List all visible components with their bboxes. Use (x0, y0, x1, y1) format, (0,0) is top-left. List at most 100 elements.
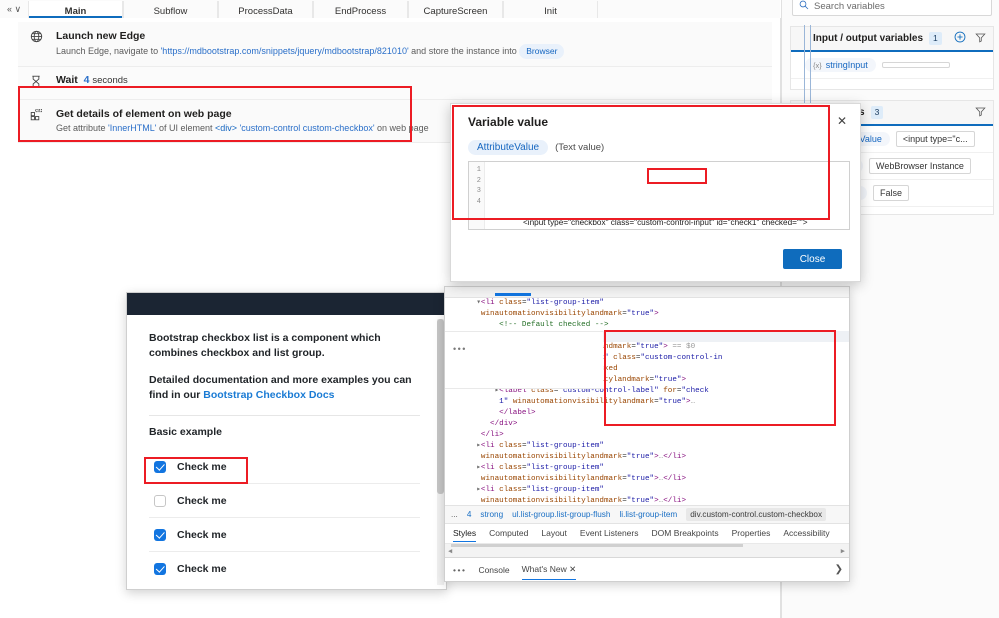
page-scrollbar[interactable] (437, 319, 444, 585)
tab-subflow[interactable]: Subflow (123, 1, 218, 18)
chevron-right-icon[interactable]: ❯ (835, 564, 849, 575)
dom-line[interactable]: ▸<li class="list-group-item" (445, 485, 849, 496)
screenshot-root: « ∨ Main Subflow ProcessData EndProcess … (0, 0, 999, 618)
variable-type-label: (Text value) (555, 142, 605, 153)
search-variables-input[interactable]: Search variables (792, 0, 992, 16)
tab-processdata[interactable]: ProcessData (218, 1, 313, 18)
tab-overflow-control[interactable]: « ∨ (0, 4, 28, 18)
tab-event-listeners[interactable]: Event Listeners (580, 528, 639, 538)
dom-line[interactable]: winautomationvisibilitylandmark="true">…… (445, 452, 849, 463)
line-number: 4 (476, 197, 481, 206)
dom-line[interactable]: winautomationvisibilitylandmark="true"> (445, 309, 849, 320)
webpage-content: Bootstrap checkbox list is a component w… (127, 315, 446, 589)
dom-line[interactable]: ▾<li class="list-group-item" (445, 298, 849, 309)
dom-line[interactable]: ▸<li class="list-group-item" (445, 463, 849, 474)
filter-icon[interactable] (975, 106, 986, 120)
search-icon (799, 0, 809, 15)
list-item[interactable]: Check me (149, 450, 420, 484)
breadcrumb-item-strong[interactable]: strong (480, 510, 503, 519)
line-number-gutter: 1 2 3 4 (469, 162, 485, 229)
horizontal-scrollbar[interactable]: ◀ ▶ (445, 543, 849, 557)
list-item[interactable]: Check me (149, 518, 420, 552)
dom-line[interactable]: winautomationvisibilitylandmark="true">…… (445, 474, 849, 485)
tab-layout[interactable]: Layout (541, 528, 567, 538)
flow-action-launch-edge[interactable]: Launch new Edge Launch Edge, navigate to… (18, 22, 772, 67)
checkbox-checked-icon[interactable] (154, 562, 166, 575)
action-title-row: Wait 4 seconds (56, 74, 762, 86)
tab-styles[interactable]: Styles (453, 528, 477, 542)
checkbox-unchecked-icon[interactable] (154, 494, 166, 507)
intro-paragraph: Bootstrap checkbox list is a component w… (149, 332, 381, 359)
dom-line[interactable]: winautomationvisibilitylandmark="true">…… (445, 496, 849, 505)
flow-tab-bar: « ∨ Main Subflow ProcessData EndProcess … (0, 0, 780, 19)
tab-properties[interactable]: Properties (732, 528, 771, 538)
bootstrap-checkbox-docs-link[interactable]: Bootstrap Checkbox Docs (203, 389, 334, 401)
dom-line[interactable]: ▸<li class="list-group-item" (445, 441, 849, 452)
tab-endprocess[interactable]: EndProcess (313, 1, 408, 18)
browser-header-bar (127, 293, 446, 315)
plus-circle-icon[interactable] (954, 31, 966, 46)
desc-pre: Launch Edge, navigate to (56, 45, 161, 56)
section-title: Input / output variables (813, 33, 924, 44)
flow-action-text: Wait 4 seconds (56, 74, 762, 86)
devtools-drawer: ••• Console What's New ✕ ❯ (445, 557, 849, 581)
variable-value-dialog: Variable value ✕ AttributeValue (Text va… (450, 103, 861, 282)
more-dots-icon[interactable]: ••• (453, 565, 466, 575)
variable-value-textarea[interactable]: 1 2 3 4 <input type="checkbox" class="custo… (468, 161, 850, 230)
line-number: 2 (476, 176, 481, 185)
elements-tab-indicator (495, 293, 531, 296)
tab-main[interactable]: Main (28, 1, 123, 18)
action-title: Wait (56, 74, 78, 86)
dom-line[interactable]: </label> (445, 408, 849, 419)
tab-dom-breakpoints[interactable]: DOM Breakpoints (652, 528, 719, 538)
tab-init[interactable]: Init (503, 1, 598, 18)
checkbox-checked-icon[interactable] (154, 460, 166, 473)
flow-action-wait[interactable]: Wait 4 seconds (18, 67, 772, 100)
desc-post: on web page (374, 123, 429, 133)
dom-line[interactable]: </div> (445, 419, 849, 430)
variable-name: stringInput (825, 60, 868, 70)
list-item[interactable]: Check me (149, 552, 420, 585)
list-item[interactable]: Check me (149, 484, 420, 518)
drawer-tab-whats-new[interactable]: What's New ✕ (521, 564, 576, 580)
search-placeholder: Search variables (814, 0, 885, 12)
breadcrumb-item-li[interactable]: li.list-group-item (619, 510, 677, 519)
close-icon[interactable]: ✕ (569, 564, 576, 574)
chevron-right-icon[interactable]: ▶ (841, 547, 845, 556)
variable-chip[interactable]: {x} stringInput (805, 58, 876, 72)
element-grid-icon (30, 107, 56, 125)
breadcrumb-item-ellipsis[interactable]: ... (451, 510, 458, 519)
more-dots-icon[interactable]: ••• (453, 344, 467, 354)
tab-computed[interactable]: Computed (489, 528, 528, 538)
wait-seconds-unit: seconds (92, 75, 128, 86)
browser-window: Bootstrap checkbox list is a component w… (126, 292, 447, 590)
action-description: Launch Edge, navigate to 'https://mdboot… (56, 44, 762, 59)
checkbox-label: Check me (177, 562, 227, 575)
checkbox-checked-icon[interactable] (154, 528, 166, 541)
close-button[interactable]: Close (783, 249, 842, 269)
breadcrumb-item-div-custom-control[interactable]: div.custom-control.custom-checkbox (686, 508, 827, 521)
variable-pill-browser[interactable]: Browser (519, 44, 565, 59)
variable-chip-attributevalue[interactable]: AttributeValue (468, 140, 549, 155)
dom-line[interactable]: 1" winautomationvisibilitylandmark="true… (445, 397, 849, 408)
dom-line[interactable]: </li> (445, 430, 849, 441)
tab-accessibility[interactable]: Accessibility (783, 528, 829, 538)
chevron-left-icon[interactable]: ◀ (448, 547, 452, 556)
variable-value: <input type="c... (895, 131, 975, 147)
dom-tree-panel[interactable]: ▾<li class="list-group-item" winautomati… (445, 298, 849, 505)
desc-selector: 'custom-control custom-checkbox' (239, 123, 375, 133)
dialog-variable-info: AttributeValue (Text value) (468, 140, 604, 155)
desc-post: and store the instance into (408, 45, 520, 56)
tab-capturescreen[interactable]: CaptureScreen (408, 1, 503, 18)
dom-line[interactable]: <!-- Default checked --> (445, 320, 849, 331)
section-header[interactable]: Input / output variables 1 (791, 27, 993, 52)
scrollbar-thumb[interactable] (437, 319, 444, 494)
close-icon[interactable]: ✕ (834, 113, 850, 129)
drawer-tab-console[interactable]: Console (478, 565, 509, 575)
checkbox-label: Check me (177, 528, 227, 541)
filter-icon[interactable] (975, 32, 986, 46)
variable-row-stringinput[interactable]: {x} stringInput (791, 52, 993, 79)
breadcrumb-item-4[interactable]: 4 (467, 510, 472, 519)
scrollbar-thumb[interactable] (451, 544, 743, 547)
breadcrumb-item-ul[interactable]: ul.list-group.list-group-flush (512, 510, 610, 519)
